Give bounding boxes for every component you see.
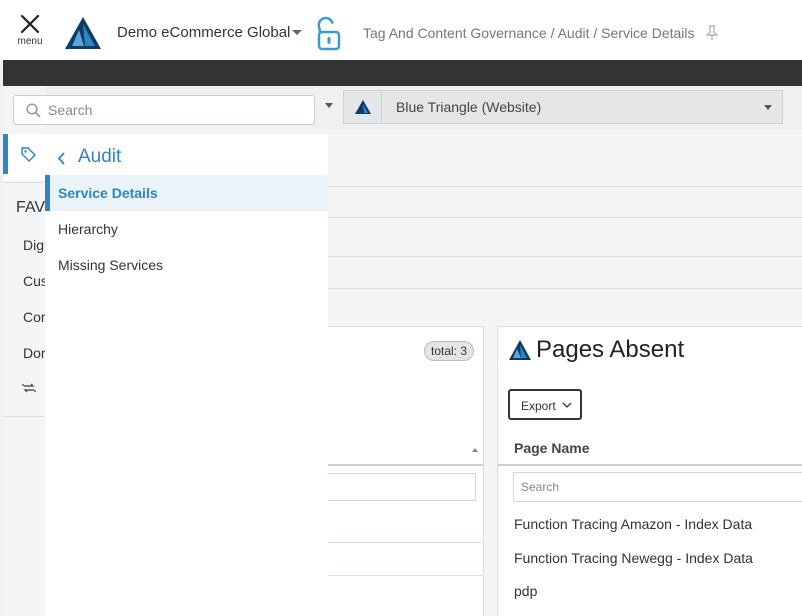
rail-tab-tags[interactable] (3, 134, 45, 180)
blue-triangle-small-icon (355, 100, 371, 114)
row-divider (324, 575, 483, 576)
swap-icon[interactable] (22, 381, 36, 395)
divider (323, 288, 802, 289)
header-divider (498, 464, 802, 466)
blue-triangle-logo-icon (509, 340, 531, 360)
export-button[interactable]: Export (508, 389, 582, 420)
favorites-heading: FAV (16, 199, 46, 216)
site-select[interactable]: Blue Triangle (Website) (343, 90, 783, 124)
site-icon-box (344, 91, 382, 123)
nav-item-label: Hierarchy (58, 221, 118, 237)
left-rail: FAV Digi Cus Cor Dor (3, 134, 48, 616)
search-icon (26, 103, 41, 118)
blue-triangle-logo-icon (65, 17, 101, 49)
nav-item-service-details[interactable]: Service Details (45, 175, 328, 211)
total-badge: total: 3 (424, 341, 475, 361)
breadcrumb: Tag And Content Governance / Audit / Ser… (363, 25, 695, 41)
site-select-value: Blue Triangle (Website) (396, 99, 542, 115)
chevron-down-icon (764, 105, 772, 110)
column-header-page-name[interactable]: Page Name (514, 440, 589, 456)
summary-row-dividers (323, 186, 802, 292)
close-menu-button[interactable]: menu (10, 14, 50, 58)
page-search-input[interactable] (514, 473, 802, 501)
nav-item-label: Service Details (58, 185, 158, 201)
menu-label: menu (17, 36, 43, 47)
account-selector[interactable]: Demo eCommerce Global (117, 24, 290, 41)
active-indicator (45, 175, 50, 211)
unlock-icon[interactable] (315, 16, 343, 52)
close-icon (20, 14, 40, 34)
row-divider (324, 542, 483, 543)
nav-search-box (13, 95, 315, 125)
nav-item-hierarchy[interactable]: Hierarchy (45, 211, 328, 247)
dark-toolbar-strip (3, 60, 802, 86)
nav-item-label: Missing Services (58, 257, 164, 273)
sort-asc-icon[interactable] (472, 448, 478, 452)
divider (3, 182, 45, 183)
table-row[interactable]: Function Tracing Amazon - Index Data (514, 516, 752, 532)
table-row[interactable]: pdp (514, 583, 537, 599)
divider (323, 217, 802, 218)
pin-icon[interactable] (705, 25, 719, 41)
header-divider (324, 464, 483, 466)
top-header: menu Demo eCommerce Global Tag And Conte… (0, 0, 802, 60)
rail-item[interactable]: Dor (23, 345, 46, 361)
export-label: Export (521, 399, 556, 413)
divider (323, 186, 802, 187)
chevron-down-icon (562, 402, 572, 408)
active-indicator (3, 134, 8, 174)
chevron-down-icon[interactable] (292, 30, 302, 35)
nav-flyout: Audit Service Details Hierarchy Missing … (45, 134, 328, 616)
services-card: total: 3 (318, 326, 484, 616)
rail-item[interactable]: Cor (23, 309, 46, 325)
tag-icon (21, 147, 36, 162)
nav-search-input[interactable] (48, 97, 308, 123)
back-label: Audit (78, 146, 122, 167)
page-search-box (513, 472, 802, 502)
rail-item[interactable]: Digi (23, 237, 47, 253)
nav-item-missing-services[interactable]: Missing Services (45, 247, 328, 283)
chevron-left-icon (57, 152, 65, 165)
card-title: Pages Absent (536, 336, 685, 363)
divider (323, 256, 802, 257)
chevron-down-icon[interactable] (325, 103, 333, 108)
table-row[interactable]: Function Tracing Newegg - Index Data (514, 550, 753, 566)
pages-absent-card: Pages Absent Export Page Name Function T… (497, 326, 802, 616)
divider (3, 416, 45, 417)
column-filter-input[interactable] (318, 473, 476, 501)
